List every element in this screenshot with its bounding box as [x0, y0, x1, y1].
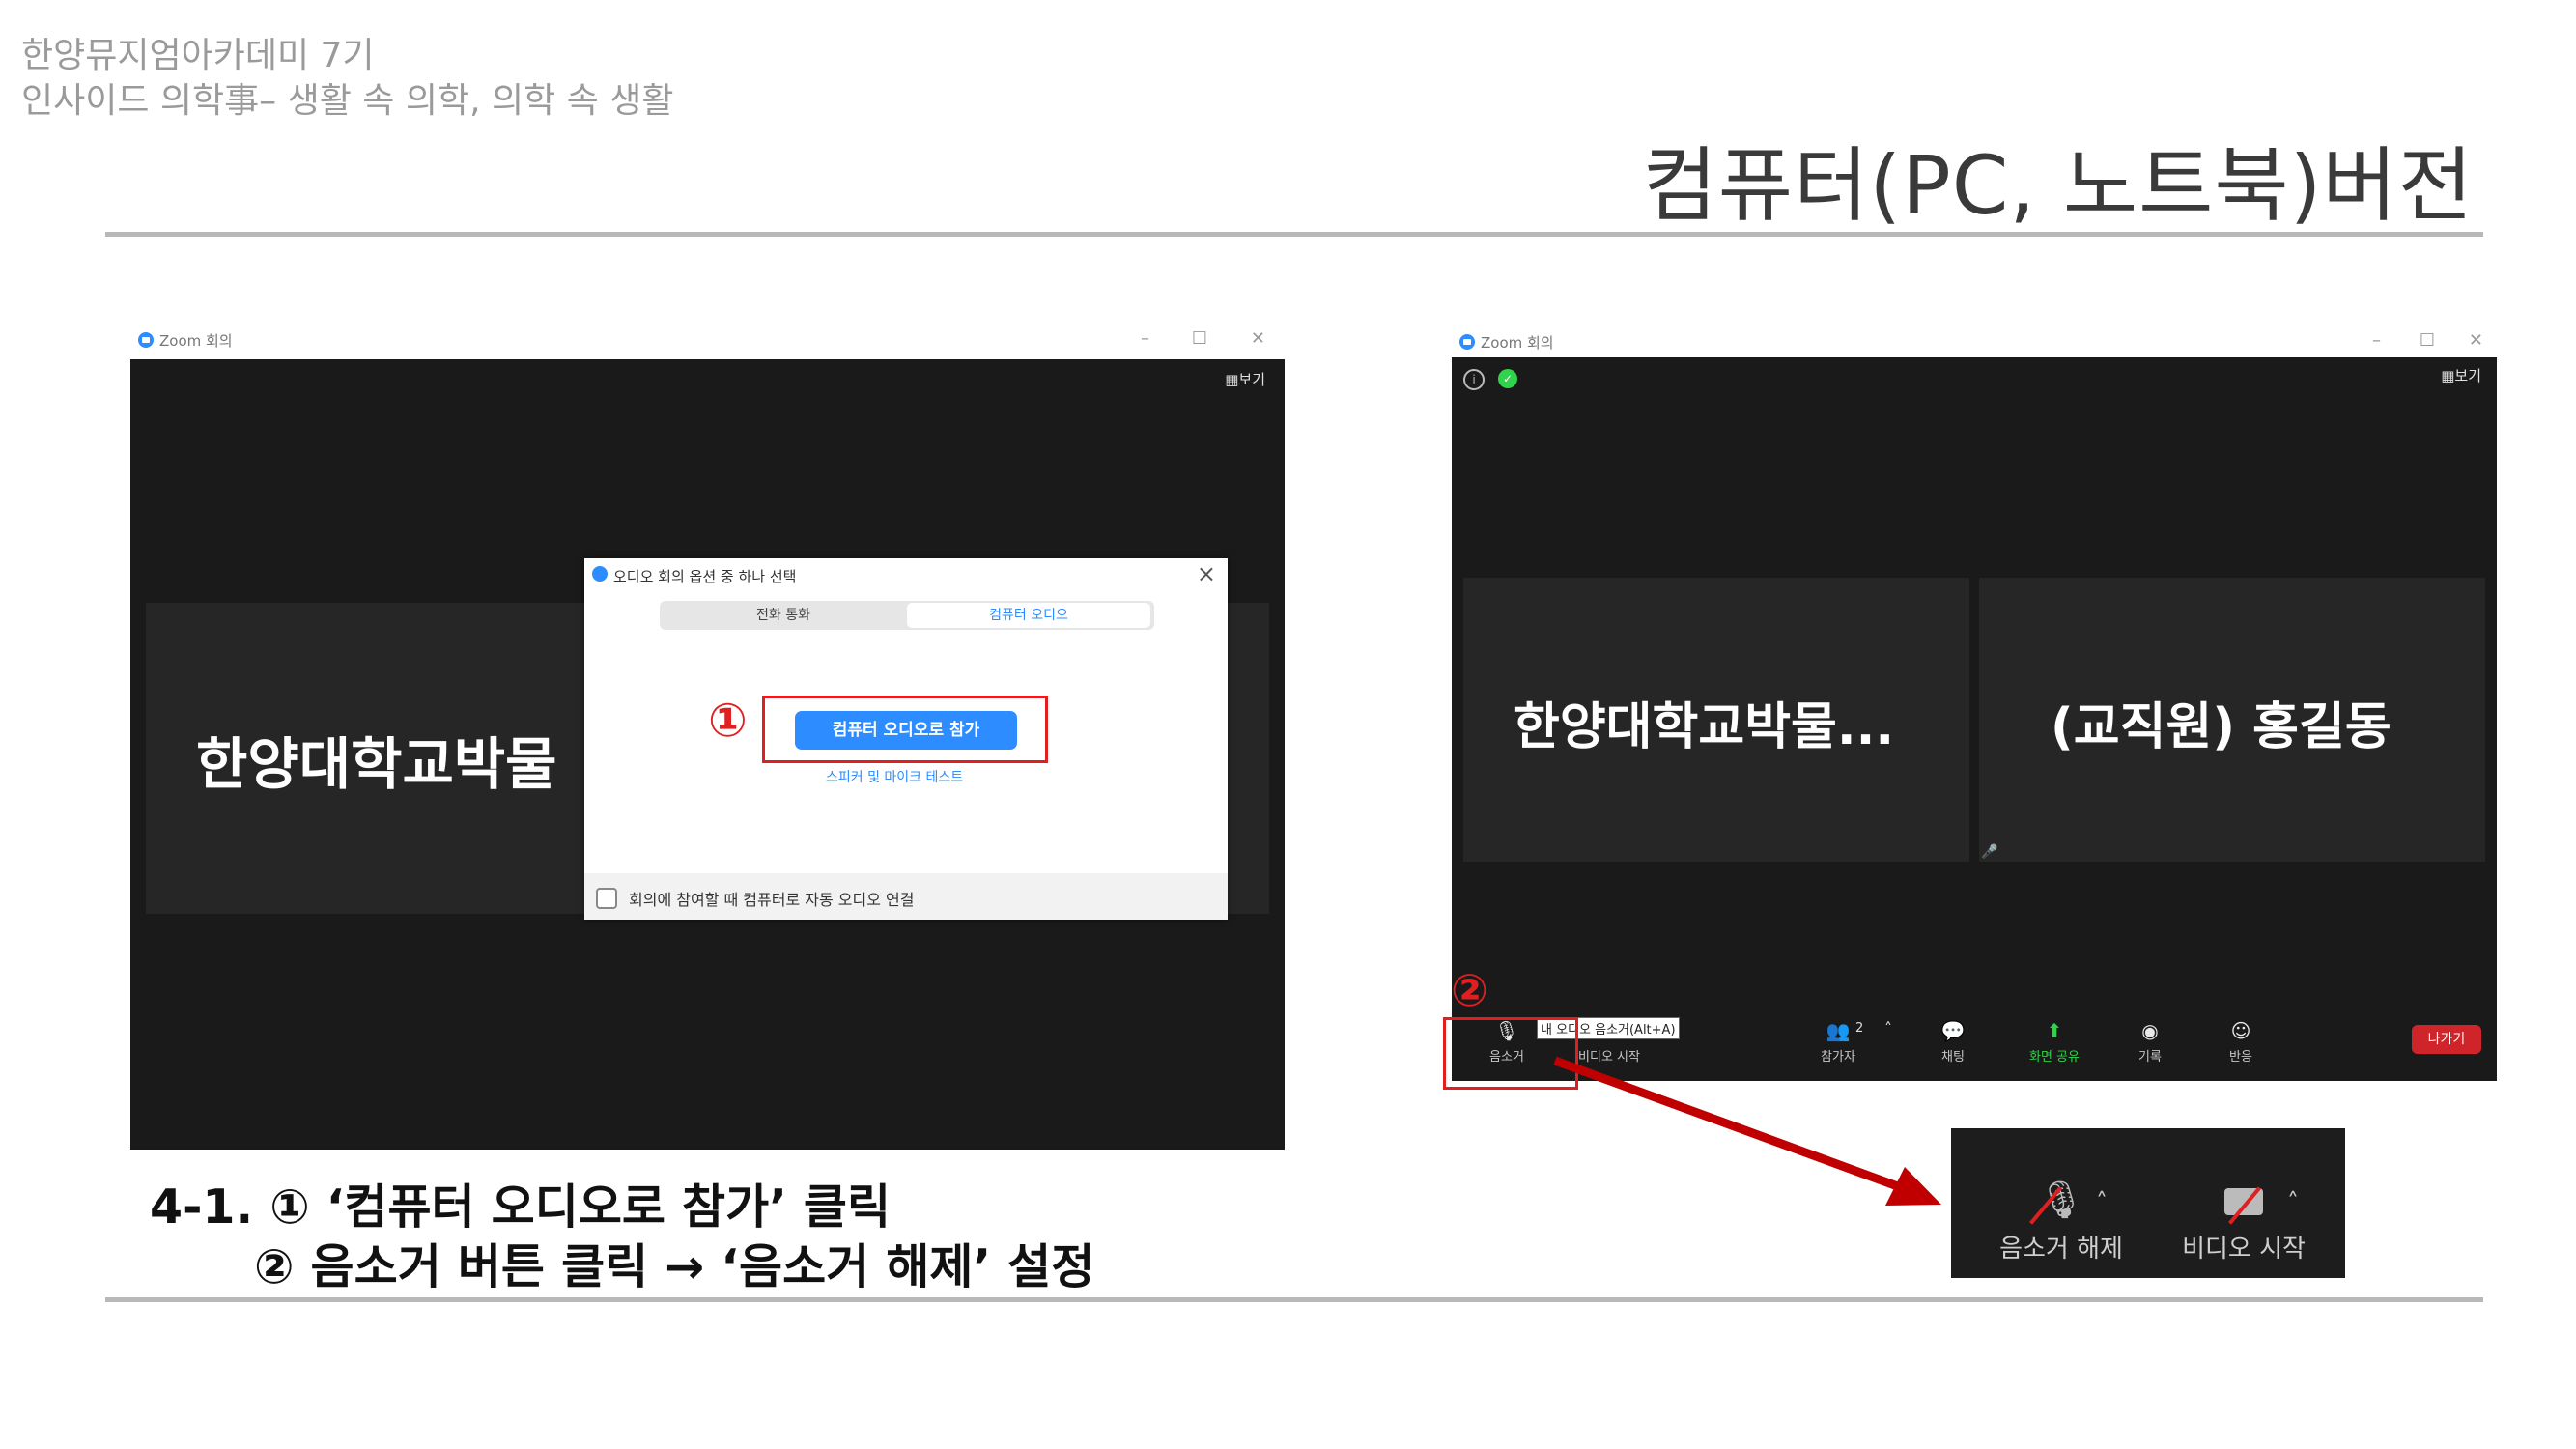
zoom-logo-icon: [592, 566, 608, 582]
participant-name: (교직원) 홍길동: [2051, 698, 2392, 756]
grid-icon: ▦: [1225, 371, 1239, 388]
minimize-icon[interactable]: –: [2372, 330, 2381, 351]
share-screen-icon: ⬆: [2046, 1019, 2063, 1042]
participant-name: 한양대학교박물...: [1514, 698, 1895, 756]
record-button[interactable]: ◉ 기록: [2126, 1019, 2174, 1065]
leave-button[interactable]: 나가기: [2412, 1025, 2481, 1054]
view-button[interactable]: ▦보기: [1225, 369, 1265, 389]
zoom-window-right: Zoom 회의 – ☐ ✕ i ✓ ▦보기 한양대학교박물... (교직원) 홍…: [1452, 327, 2497, 1081]
tab-computer-audio[interactable]: 컴퓨터 오디오: [907, 603, 1150, 628]
info-icon[interactable]: i: [1463, 369, 1485, 390]
close-icon[interactable]: ✕: [2469, 330, 2483, 351]
highlight-box-1: [762, 696, 1048, 763]
audio-options-dialog: 오디오 회의 옵션 중 하나 선택 × 전화 통화 컴퓨터 오디오 컴퓨터 오디…: [584, 558, 1228, 920]
reactions-button[interactable]: ☺ 반응: [2217, 1019, 2265, 1065]
header-academy-line: 한양뮤지엄아카데미 7기: [21, 36, 375, 75]
minimize-icon[interactable]: –: [1141, 328, 1149, 349]
maximize-icon[interactable]: ☐: [1192, 328, 1207, 349]
close-icon[interactable]: ×: [1197, 560, 1216, 587]
view-button[interactable]: ▦보기: [2441, 365, 2481, 385]
share-screen-button[interactable]: ⬆ 화면 공유: [2016, 1019, 2093, 1065]
chat-icon: 💬: [1940, 1019, 1966, 1042]
smiley-icon: ☺: [2230, 1019, 2251, 1042]
meeting-stage: i ✓ ▦보기 한양대학교박물... (교직원) 홍길동 🎤 🎙 음소거 비디오…: [1452, 357, 2497, 1081]
bottom-divider: [105, 1297, 2483, 1302]
dialog-footer: 회의에 참여할 때 컴퓨터로 자동 오디오 연결: [584, 873, 1228, 920]
participant-name: 한양대학교박물: [196, 731, 557, 797]
window-titlebar: Zoom 회의 – ☐ ✕: [130, 325, 1285, 355]
grid-icon: ▦: [2441, 367, 2455, 384]
muted-mic-icon: 🎤: [1981, 844, 1998, 860]
step-marker-1: ①: [708, 694, 748, 748]
arrow-shaft: [1553, 1056, 1905, 1193]
chevron-up-icon[interactable]: ˄: [1884, 1019, 1892, 1037]
tab-phone-call[interactable]: 전화 통화: [660, 601, 907, 630]
step-marker-2: ②: [1451, 964, 1488, 1016]
window-titlebar: Zoom 회의 – ☐ ✕: [1452, 327, 2497, 357]
auto-connect-checkbox[interactable]: [596, 888, 617, 909]
maximize-icon[interactable]: ☐: [2420, 330, 2435, 351]
participants-count: 2: [1855, 1021, 1864, 1036]
zoom-logo-icon: [138, 332, 154, 348]
meeting-stage: ▦보기 한양대학교박물 오디오 회의 옵션 중 하나 선택 × 전화 통화 컴퓨…: [130, 359, 1285, 1150]
muted-microphone-icon: 🎙: [1974, 1179, 2148, 1229]
video-tile-2: (교직원) 홍길동 🎤: [1979, 578, 2485, 862]
speaker-mic-test-link[interactable]: 스피커 및 마이크 테스트: [826, 767, 963, 786]
dialog-title: 오디오 회의 옵션 중 하나 선택: [613, 568, 797, 585]
window-title: Zoom 회의: [1481, 334, 1554, 352]
caption-line-1: 4-1. ① ‘컴퓨터 오디오로 참가’ 클릭: [150, 1179, 892, 1235]
header-lecture-line: 인사이드 의학事– 생활 속 의학, 의학 속 생활: [21, 81, 674, 121]
auto-connect-label: 회의에 참여할 때 컴퓨터로 자동 오디오 연결: [629, 891, 915, 909]
caption-line-2: ② 음소거 버튼 클릭 → ‘음소거 해제’ 설정: [254, 1239, 1095, 1294]
video-off-icon: [2162, 1179, 2326, 1229]
close-icon[interactable]: ✕: [1251, 328, 1265, 349]
chevron-up-icon[interactable]: ˄: [2096, 1188, 2108, 1215]
unmute-button[interactable]: 🎙 음소거 해제: [1974, 1179, 2148, 1264]
zoom-logo-icon: [1459, 334, 1475, 350]
zoomed-toolbar-inset: 🎙 음소거 해제 ˄ 비디오 시작 ˄: [1951, 1128, 2345, 1278]
video-tile-1: 한양대학교박물...: [1463, 578, 1969, 862]
record-icon: ◉: [2141, 1019, 2159, 1042]
start-video-button[interactable]: 비디오 시작: [2162, 1179, 2326, 1264]
zoom-window-left: Zoom 회의 – ☐ ✕ ▦보기 한양대학교박물 오디오 회의 옵션 중 하나…: [130, 325, 1285, 1150]
window-title: Zoom 회의: [159, 332, 233, 350]
pointer-arrow: [1553, 1056, 1941, 1206]
shield-icon[interactable]: ✓: [1498, 369, 1517, 388]
chevron-up-icon[interactable]: ˄: [2287, 1188, 2299, 1215]
page-title: 컴퓨터(PC, 노트북)버전: [1642, 138, 2474, 233]
top-divider: [105, 232, 2483, 237]
audio-tab-group: 전화 통화 컴퓨터 오디오: [660, 601, 1154, 630]
